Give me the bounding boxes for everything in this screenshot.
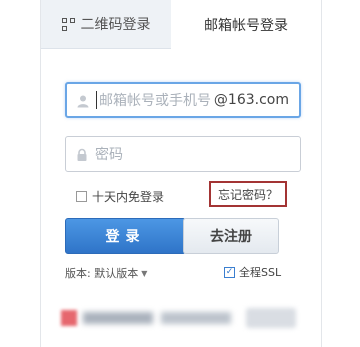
ssl-option[interactable]: ✓ 全程SSL — [224, 264, 281, 280]
password-placeholder: 密码 — [95, 147, 123, 163]
blurred-content — [61, 306, 297, 330]
text-cursor — [96, 91, 97, 109]
remember-label: 十天内免登录 — [92, 190, 165, 204]
tab-qr-login[interactable]: 二维码登录 — [41, 0, 171, 49]
chevron-down-icon: ▼ — [141, 268, 148, 278]
domain-suffix: @163.com — [213, 92, 289, 108]
tab-mail-label: 邮箱帐号登录 — [204, 17, 288, 34]
remember-me[interactable]: 十天内免登录 — [76, 188, 164, 205]
password-field[interactable]: 密码 — [65, 136, 301, 172]
lock-icon — [75, 147, 89, 161]
remember-checkbox[interactable] — [76, 191, 87, 202]
forgot-password-label: 忘记密码？ — [217, 187, 278, 202]
ssl-label: 全程SSL — [239, 266, 282, 279]
forgot-password-link[interactable]: 忘记密码？ — [209, 181, 287, 207]
register-button[interactable]: 去注册 — [183, 218, 279, 254]
login-panel: 二维码登录 邮箱帐号登录 邮箱帐号或手机号 @163.com 密码 十天内免登录 — [40, 0, 322, 347]
tab-mail-login[interactable]: 邮箱帐号登录 — [171, 0, 321, 49]
account-placeholder: 邮箱帐号或手机号 — [99, 93, 211, 109]
blurred-block — [83, 312, 153, 324]
version-select[interactable]: 版本: 默认版本 ▼ — [65, 265, 147, 281]
login-tabs: 二维码登录 邮箱帐号登录 — [41, 0, 321, 50]
version-label: 版本: 默认版本 — [65, 267, 139, 280]
register-button-label: 去注册 — [210, 229, 252, 245]
user-icon — [76, 93, 90, 108]
blurred-icon — [61, 310, 77, 326]
blurred-block — [161, 312, 231, 324]
qr-code-icon — [61, 17, 75, 31]
account-field[interactable]: 邮箱帐号或手机号 @163.com — [65, 82, 301, 118]
ssl-checkbox-checked-icon[interactable]: ✓ — [224, 266, 235, 278]
login-button-label: 登录 — [105, 229, 146, 245]
login-button[interactable]: 登录 — [65, 218, 186, 254]
tab-qr-label: 二维码登录 — [80, 17, 151, 33]
blurred-block — [246, 308, 296, 328]
